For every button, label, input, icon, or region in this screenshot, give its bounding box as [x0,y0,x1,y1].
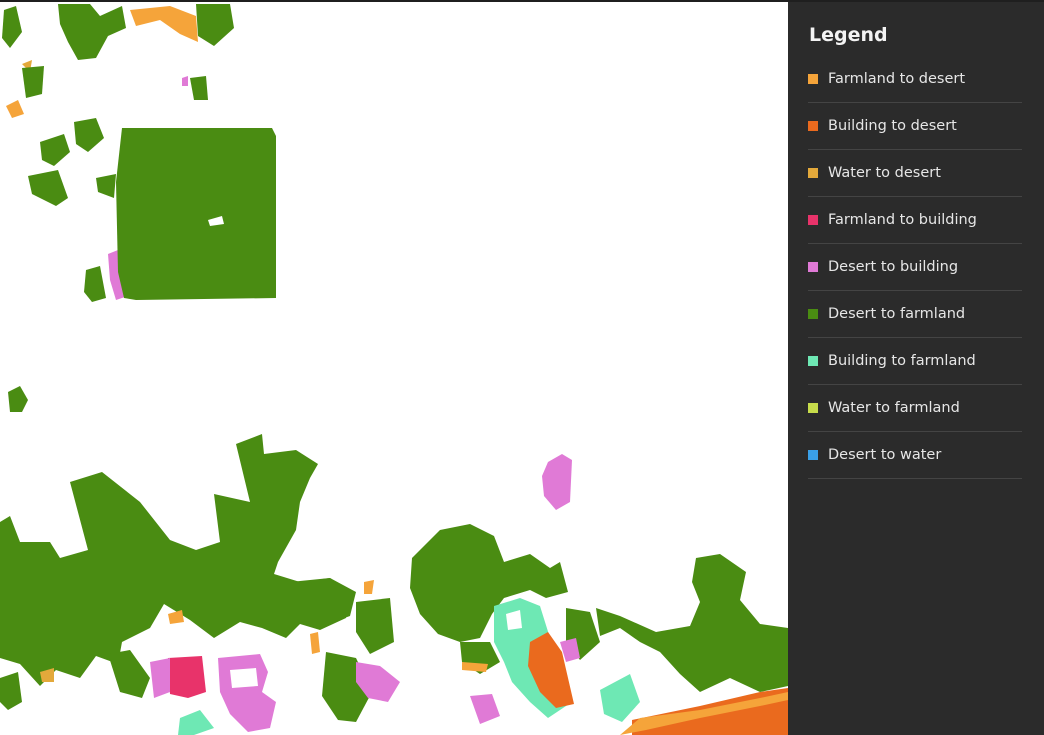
change-patch [182,76,188,86]
legend-label: Desert to building [828,259,959,275]
change-patch [218,654,276,732]
change-patch [28,170,68,206]
change-patch [108,650,150,698]
change-patch [116,128,276,300]
legend-label: Building to desert [828,118,957,134]
change-patch [178,710,214,735]
legend-label: Water to farmland [828,400,960,416]
legend-swatch [808,356,818,366]
change-patch [8,386,28,412]
change-patch [596,554,788,692]
legend-label: Water to desert [828,165,941,181]
legend-item[interactable]: Desert to water [808,432,1022,479]
legend-item[interactable]: Farmland to desert [808,56,1022,103]
legend-label: Desert to farmland [828,306,966,322]
legend-swatch [808,168,818,178]
change-patch [74,118,104,152]
legend-swatch [808,262,818,272]
legend-item[interactable]: Water to desert [808,150,1022,197]
change-patch [230,668,258,688]
legend-label: Building to farmland [828,353,976,369]
change-patch [150,658,170,698]
legend-item[interactable]: Building to farmland [808,338,1022,385]
change-patch [22,66,44,98]
legend-swatch [808,74,818,84]
legend-panel: Legend Farmland to desert Building to des… [788,2,1044,735]
change-patch [196,4,234,46]
change-patch [0,672,22,710]
change-patch [40,134,70,166]
legend-item[interactable]: Farmland to building [808,197,1022,244]
change-patch [58,4,126,60]
change-patch [356,598,394,654]
legend-item[interactable]: Desert to farmland [808,291,1022,338]
change-patch [542,454,572,510]
legend-title: Legend [809,24,888,46]
legend-item[interactable]: Water to farmland [808,385,1022,432]
legend-swatch [808,121,818,131]
change-patch [310,632,320,654]
change-patch [0,434,352,686]
change-patch [96,174,116,198]
legend-item[interactable]: Building to desert [808,103,1022,150]
change-patch [168,656,206,698]
change-patch [190,76,208,100]
legend-item[interactable]: Desert to building [808,244,1022,291]
change-patch [2,6,22,48]
legend-label: Farmland to building [828,212,977,228]
legend-swatch [808,309,818,319]
legend-swatch [808,450,818,460]
change-patch [130,6,198,42]
legend-label: Desert to water [828,447,942,463]
change-patch [600,674,640,722]
change-map[interactable] [0,2,788,735]
map-canvas [0,4,788,735]
change-patch [470,694,500,724]
legend-swatch [808,215,818,225]
change-patch [6,100,24,118]
change-patch [168,610,184,624]
legend-label: Farmland to desert [828,71,966,87]
legend-swatch [808,403,818,413]
change-patch [84,266,106,302]
legend-list: Farmland to desert Building to desert Wate… [808,56,1022,479]
change-patch [364,580,374,594]
